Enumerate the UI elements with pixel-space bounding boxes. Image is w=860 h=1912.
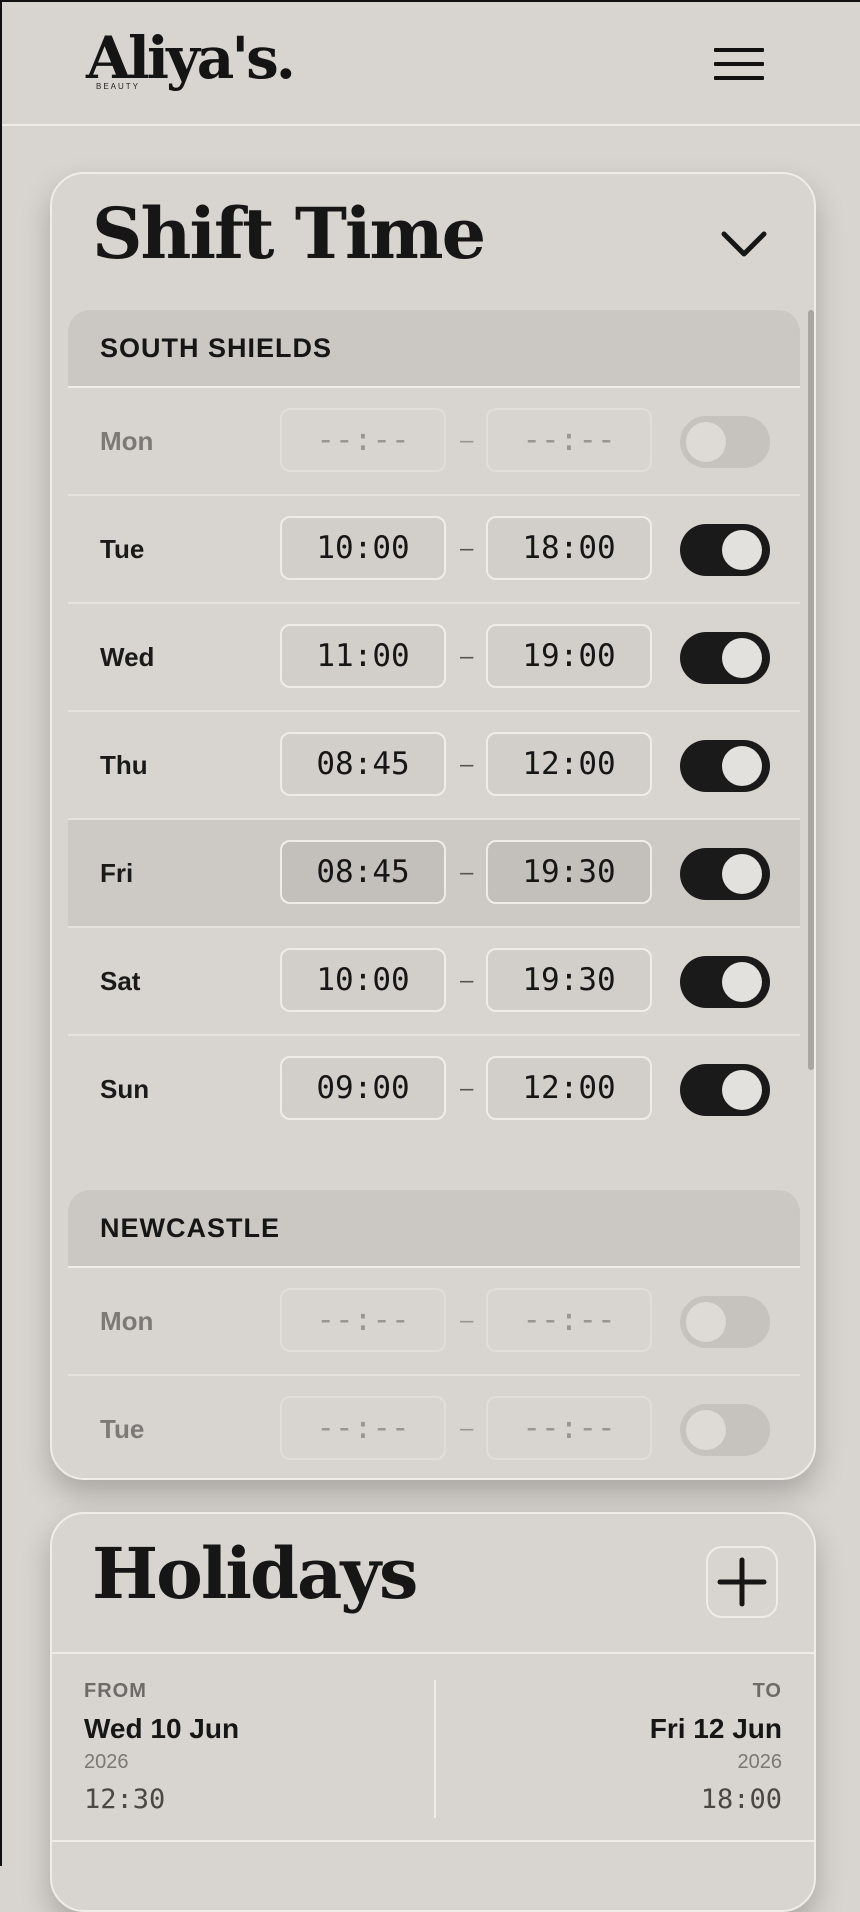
divider [52, 1840, 814, 1842]
chevron-down-icon[interactable] [716, 216, 772, 272]
shift-row-tue: Tue --:-- – --:-- [68, 1376, 800, 1478]
shift-row-thu: Thu 08:45 – 12:00 [68, 712, 800, 820]
scrollbar[interactable] [808, 310, 814, 1070]
shift-row-mon: Mon --:-- – --:-- [68, 388, 800, 496]
end-time-input[interactable]: --:-- [486, 1288, 652, 1352]
end-time-input[interactable]: 12:00 [486, 1056, 652, 1120]
day-label: Sat [100, 966, 141, 996]
time-separator: – [460, 967, 474, 994]
shift-time-title: Shift Time [92, 192, 486, 275]
day-label: Mon [100, 1306, 154, 1336]
shift-row-wed: Wed 11:00 – 19:00 [68, 604, 800, 712]
from-year: 2026 [84, 1751, 129, 1773]
start-time-input[interactable]: 08:45 [280, 732, 446, 796]
holiday-to[interactable]: TO Fri 12 Jun 2026 18:00 [650, 1680, 782, 1815]
plus-icon [717, 1557, 767, 1607]
time-separator: – [460, 751, 474, 778]
start-time-input[interactable]: --:-- [280, 1396, 446, 1460]
shift-toggle[interactable] [680, 1064, 770, 1116]
location-group-newcastle: NEWCASTLE Mon --:-- – --:-- Tue --:-- – … [68, 1190, 800, 1478]
shift-schedule-list[interactable]: SOUTH SHIELDS Mon --:-- – --:-- Tue 10:0… [68, 310, 800, 1478]
day-label: Thu [100, 750, 148, 780]
end-time-input[interactable]: --:-- [486, 408, 652, 472]
start-time-input[interactable]: 09:00 [280, 1056, 446, 1120]
holidays-card: Holidays FROM Wed 10 Jun 2026 12:30 TO F… [50, 1512, 816, 1912]
holiday-from[interactable]: FROM Wed 10 Jun 2026 12:30 [84, 1680, 239, 1815]
day-label: Sun [100, 1074, 150, 1104]
start-time-input[interactable]: --:-- [280, 1288, 446, 1352]
time-separator: – [460, 1307, 474, 1334]
to-year: 2026 [737, 1751, 783, 1773]
day-label: Fri [100, 858, 134, 888]
shift-toggle[interactable] [680, 740, 770, 792]
day-label: Mon [100, 426, 154, 456]
holidays-title: Holidays [92, 1532, 418, 1615]
location-group-south-shields: SOUTH SHIELDS Mon --:-- – --:-- Tue 10:0… [68, 310, 800, 1144]
start-time-input[interactable]: 10:00 [280, 516, 446, 580]
shift-row-mon: Mon --:-- – --:-- [68, 1268, 800, 1376]
time-separator: – [460, 859, 474, 886]
shift-toggle[interactable] [680, 1296, 770, 1348]
shift-row-sat: Sat 10:00 – 19:30 [68, 928, 800, 1036]
to-date: Fri 12 Jun [649, 1713, 782, 1744]
from-time: 12:30 [84, 1784, 166, 1815]
end-time-input[interactable]: 19:30 [486, 840, 652, 904]
day-label: Wed [100, 642, 155, 672]
shift-toggle[interactable] [680, 524, 770, 576]
shift-toggle[interactable] [680, 848, 770, 900]
day-label: Tue [100, 1414, 145, 1444]
start-time-input[interactable]: 11:00 [280, 624, 446, 688]
shift-row-fri: Fri 08:45 – 19:30 [68, 820, 800, 928]
shift-row-sun: Sun 09:00 – 12:00 [68, 1036, 800, 1144]
time-separator: – [460, 643, 474, 670]
shift-time-card: Shift Time SOUTH SHIELDS Mon --:-- – --:… [50, 172, 816, 1480]
to-label: TO [752, 1680, 782, 1702]
location-header: NEWCASTLE [68, 1190, 800, 1268]
brand-logo-subtitle: BEAUTY [96, 82, 141, 91]
from-date: Wed 10 Jun [84, 1713, 240, 1744]
start-time-input[interactable]: --:-- [280, 408, 446, 472]
shift-toggle[interactable] [680, 632, 770, 684]
end-time-input[interactable]: --:-- [486, 1396, 652, 1460]
time-separator: – [460, 1075, 474, 1102]
end-time-input[interactable]: 19:00 [486, 624, 652, 688]
location-header: SOUTH SHIELDS [68, 310, 800, 388]
top-bar: Aliya's. BEAUTY [2, 2, 860, 126]
from-label: FROM [84, 1680, 147, 1702]
add-holiday-button[interactable] [706, 1546, 778, 1618]
day-label: Tue [100, 534, 145, 564]
start-time-input[interactable]: 10:00 [280, 948, 446, 1012]
end-time-input[interactable]: 18:00 [486, 516, 652, 580]
start-time-input[interactable]: 08:45 [280, 840, 446, 904]
shift-row-tue: Tue 10:00 – 18:00 [68, 496, 800, 604]
shift-toggle[interactable] [680, 416, 770, 468]
end-time-input[interactable]: 12:00 [486, 732, 652, 796]
shift-toggle[interactable] [680, 956, 770, 1008]
hamburger-menu-icon[interactable] [714, 46, 764, 82]
time-separator: – [460, 1415, 474, 1442]
divider [52, 1652, 814, 1654]
to-time: 18:00 [700, 1784, 782, 1815]
divider [434, 1680, 436, 1818]
time-separator: – [460, 535, 474, 562]
end-time-input[interactable]: 19:30 [486, 948, 652, 1012]
time-separator: – [460, 427, 474, 454]
shift-toggle[interactable] [680, 1404, 770, 1456]
